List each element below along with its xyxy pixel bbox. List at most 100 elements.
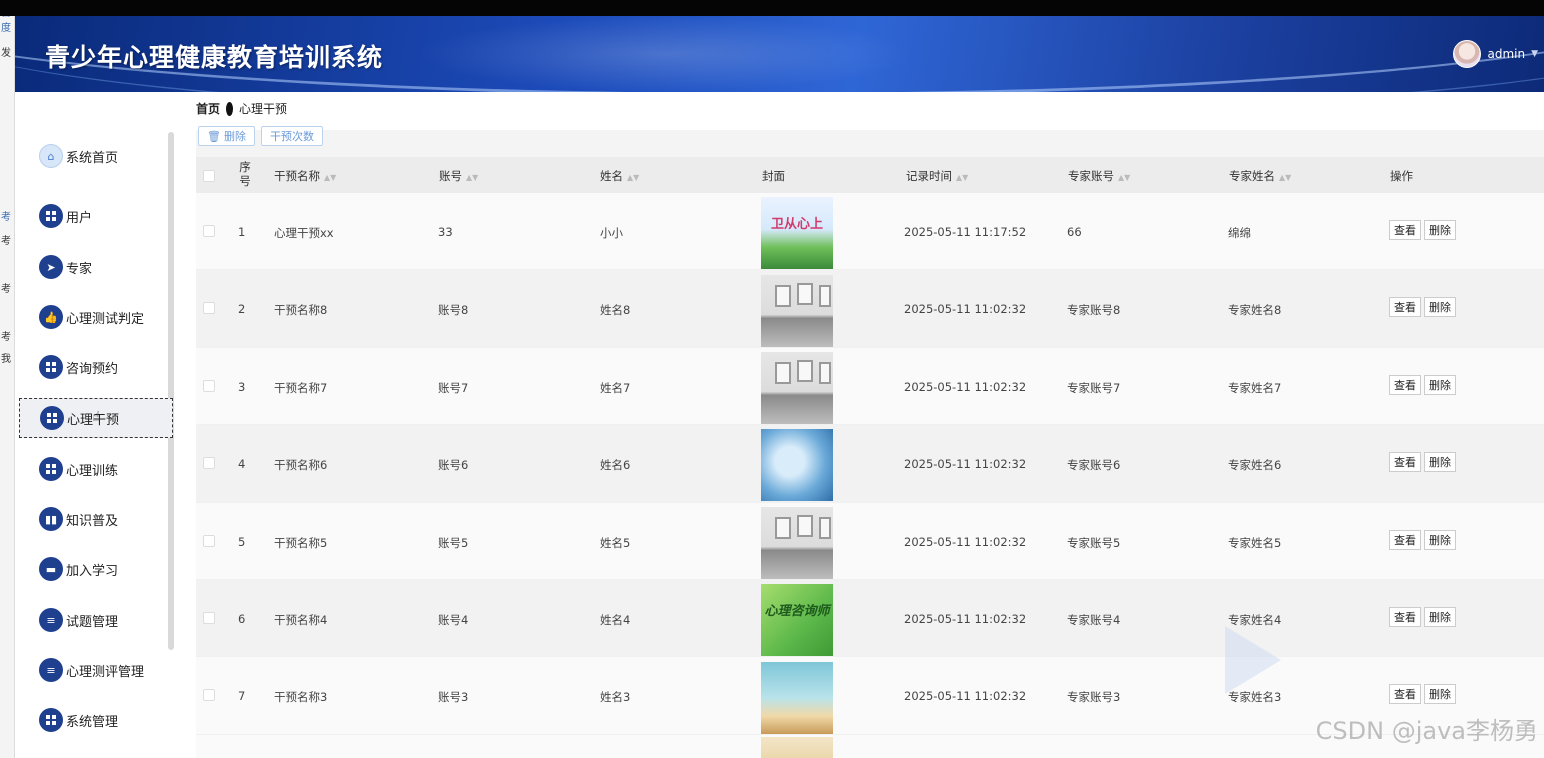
cell-expert-name: 专家姓名5 xyxy=(1228,535,1282,550)
col-name[interactable]: 干预名称 ▲▼ xyxy=(274,168,336,184)
sidebar-item[interactable]: 心理训练 xyxy=(19,449,173,489)
mouse-cursor-icon: ☝ xyxy=(92,409,101,425)
row-checkbox[interactable] xyxy=(203,457,215,470)
cell-account: 账号5 xyxy=(438,535,469,550)
col-expert-account[interactable]: 专家账号 ▲▼ xyxy=(1068,168,1130,184)
delete-button[interactable]: 删除 xyxy=(1424,452,1456,473)
col-expert-name[interactable]: 专家姓名 ▲▼ xyxy=(1229,168,1291,184)
cell-account: 账号8 xyxy=(438,303,469,318)
cell-expert-account: 专家账号6 xyxy=(1067,458,1121,473)
cell-index: 2 xyxy=(238,302,246,317)
sort-icon[interactable]: ▲▼ xyxy=(1118,173,1130,182)
col-time[interactable]: 记录时间 ▲▼ xyxy=(906,168,968,184)
cell-index: 1 xyxy=(238,225,246,239)
row-checkbox[interactable] xyxy=(203,689,215,702)
avatar[interactable] xyxy=(1453,40,1482,68)
table-row[interactable]: 5 干预名称5 账号5 姓名5 2025-05-11 11:02:32 专家账号5 专家姓名… xyxy=(196,502,1544,580)
delete-button[interactable]: 删除 xyxy=(1424,606,1456,627)
intervention-count-button[interactable]: 干预次数 xyxy=(260,126,323,146)
strip-char: 考 xyxy=(1,212,11,223)
cell-time: 2025-05-11 11:02:32 xyxy=(904,302,1027,317)
cell-index: 7 xyxy=(238,689,246,704)
strip-char: 考 xyxy=(1,332,11,343)
cell-name: 干预名称7 xyxy=(274,380,328,395)
sort-icon[interactable]: ▲▼ xyxy=(956,173,968,182)
delete-button[interactable]: 删除 xyxy=(1424,529,1456,550)
sidebar-item-label: 知识普及 xyxy=(66,513,119,529)
row-checkbox[interactable] xyxy=(203,534,215,547)
user-menu[interactable]: admin ▼ xyxy=(1453,40,1538,68)
batch-delete-button[interactable]: 🗑 删除 xyxy=(198,126,255,146)
row-checkbox[interactable] xyxy=(203,379,215,392)
col-realname[interactable]: 姓名 ▲▼ xyxy=(600,168,639,184)
thumb-icon: 👍 xyxy=(39,305,63,329)
username[interactable]: admin xyxy=(1487,47,1525,61)
sidebar-item[interactable]: 系统管理 xyxy=(19,700,173,740)
table-row[interactable]: 6 干预名称4 账号4 姓名4 心理咨询师 2025-05-11 11:02:32 专家账号… xyxy=(196,579,1544,658)
cover-caption: 卫从心上 xyxy=(770,217,823,233)
sidebar-item[interactable]: 用户 xyxy=(19,196,173,236)
cover-image: 心理咨询师 xyxy=(761,584,833,657)
cell-account: 33 xyxy=(438,225,453,239)
sidebar-item[interactable]: ➤ 专家 xyxy=(19,247,173,287)
view-button[interactable]: 查看 xyxy=(1389,220,1421,240)
view-button[interactable]: 查看 xyxy=(1389,297,1421,318)
cell-index: 6 xyxy=(238,611,246,626)
cell-realname: 姓名3 xyxy=(600,690,631,705)
delete-button[interactable]: 删除 xyxy=(1424,374,1456,395)
cell-index: 5 xyxy=(238,534,246,549)
row-checkbox[interactable] xyxy=(203,611,215,624)
cell-index: 4 xyxy=(238,457,246,472)
grid-icon xyxy=(39,708,63,732)
cell-expert-account: 66 xyxy=(1067,225,1082,239)
chevron-down-icon[interactable]: ▼ xyxy=(1531,49,1538,59)
table-row[interactable]: 3 干预名称7 账号7 姓名7 2025-05-11 11:02:32 专家账号7 专家姓名… xyxy=(196,347,1544,426)
delete-button[interactable]: 删除 xyxy=(1424,220,1456,240)
table-row[interactable]: 2 干预名称8 账号8 姓名8 2025-05-11 11:02:32 专家账号8 专家姓名… xyxy=(196,270,1544,348)
table-row[interactable]: 1 心理干预xx 33 小小 卫从心上 2025-05-11 11:17:52 66 绵绵 查看… xyxy=(196,193,1544,271)
select-all-checkbox[interactable] xyxy=(203,170,215,182)
view-button[interactable]: 查看 xyxy=(1389,529,1421,550)
sidebar-item[interactable]: 👍 心理测试判定 xyxy=(19,297,173,337)
row-checkbox[interactable] xyxy=(203,225,215,237)
sidebar-item-label: 系统管理 xyxy=(66,714,119,730)
view-button[interactable]: 查看 xyxy=(1389,606,1421,627)
top-black-strip xyxy=(0,0,1544,16)
strip-char: 考 xyxy=(1,284,11,295)
sidebar-item[interactable]: ⌂ 系统首页 xyxy=(19,136,173,176)
delete-button[interactable]: 删除 xyxy=(1424,684,1456,705)
view-button[interactable]: 查看 xyxy=(1389,684,1421,705)
sort-icon[interactable]: ▲▼ xyxy=(1279,173,1291,182)
col-account[interactable]: 账号 ▲▼ xyxy=(439,168,478,184)
sort-icon[interactable]: ▲▼ xyxy=(627,173,639,182)
breadcrumb-home[interactable]: 首页 xyxy=(196,100,220,117)
sidebar-item[interactable]: 咨询预约 xyxy=(19,347,173,387)
grid-icon xyxy=(39,355,63,379)
video-watermark-play-icon xyxy=(1225,626,1281,694)
delete-button[interactable]: 删除 xyxy=(1424,297,1456,318)
cell-name: 干预名称4 xyxy=(274,612,328,627)
strip-char: 考 xyxy=(1,236,11,247)
sidebar-item[interactable]: ▮▮ 知识普及 xyxy=(19,499,173,539)
sidebar-item[interactable]: ≡ 试题管理 xyxy=(19,600,173,640)
list-icon: ≡ xyxy=(39,658,63,682)
col-name-label: 干预名称 xyxy=(274,169,320,183)
sidebar-item[interactable]: ≡ 心理测评管理 xyxy=(19,650,173,690)
table-row[interactable]: 4 干预名称6 账号6 姓名6 2025-05-11 11:02:32 专家账号6 专家姓名… xyxy=(196,425,1544,503)
row-checkbox[interactable] xyxy=(203,302,215,315)
background-window-strip: 百度 发 考 考 考 考 我 xyxy=(0,16,15,758)
cell-name: 干预名称6 xyxy=(274,458,328,473)
sort-icon[interactable]: ▲▼ xyxy=(324,173,336,182)
trash-icon: 🗑 xyxy=(207,129,221,143)
cell-time: 2025-05-11 11:02:32 xyxy=(904,457,1027,472)
col-account-label: 账号 xyxy=(439,169,462,183)
cover-image xyxy=(761,429,833,502)
sidebar-item[interactable]: ▬ 加入学习 xyxy=(19,549,173,589)
sidebar-item[interactable]: 心理干预 ☝ xyxy=(19,398,173,438)
view-button[interactable]: 查看 xyxy=(1389,452,1421,473)
sort-icon[interactable]: ▲▼ xyxy=(466,173,478,182)
cover-image xyxy=(761,737,833,758)
view-button[interactable]: 查看 xyxy=(1389,374,1421,395)
watermark: CSDN @java李杨勇 xyxy=(1315,717,1538,745)
intervention-count-label: 干预次数 xyxy=(269,130,314,143)
